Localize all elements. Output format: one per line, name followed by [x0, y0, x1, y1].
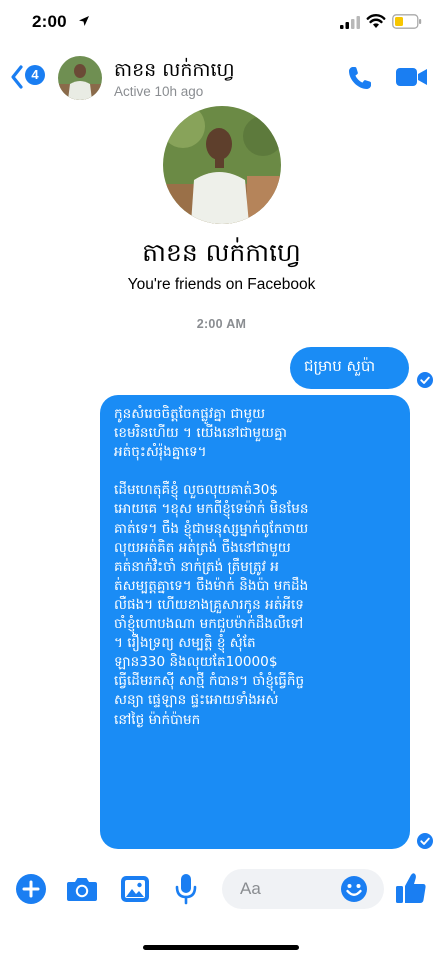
sent-check-icon — [417, 372, 433, 388]
message-input-placeholder: Aa — [240, 879, 261, 898]
sent-check-icon — [417, 833, 433, 849]
contact-photo — [58, 56, 102, 100]
friendship-status: You're friends on Facebook — [127, 276, 316, 293]
video-call-icon[interactable] — [396, 66, 428, 88]
chevron-left-icon — [11, 65, 23, 89]
profile-name: តាខន លក់កាហ្វេ — [142, 238, 301, 267]
photo-icon[interactable] — [120, 875, 150, 903]
phone-call-icon[interactable] — [346, 64, 374, 92]
plus-icon[interactable] — [16, 874, 46, 904]
message-bubble[interactable]: ជម្រាប សួប៉ា — [290, 347, 409, 389]
message-bubble[interactable]: កូនសំរេចចិត្តចែកផ្លូវគ្នា ជាមួយ ខេមរិនហើ… — [100, 395, 410, 849]
profile-photo[interactable] — [163, 106, 281, 224]
cellular-signal-icon — [340, 16, 360, 29]
camera-icon[interactable] — [66, 876, 98, 902]
chat-header: 4 តាខន លក់កាហ្វេ Active 10h ago — [0, 44, 443, 110]
microphone-icon[interactable] — [175, 873, 197, 905]
thumbs-up-icon[interactable] — [394, 871, 428, 905]
message-input[interactable]: Aa — [222, 869, 384, 909]
emoji-icon[interactable] — [340, 875, 368, 903]
status-bar: 2:00 — [0, 0, 443, 44]
status-time: 2:00 — [32, 12, 67, 31]
battery-icon — [392, 14, 422, 29]
profile-photo-image — [163, 106, 281, 224]
home-indicator — [143, 945, 299, 950]
contact-name: តាខន លក់កាហ្វេ — [114, 59, 235, 81]
location-arrow-icon — [79, 16, 89, 26]
message-timestamp: 2:00 AM — [196, 317, 247, 331]
active-status: Active 10h ago — [114, 84, 204, 99]
wifi-icon — [366, 14, 386, 28]
contact-avatar[interactable] — [58, 56, 102, 100]
message-composer: Aa — [0, 862, 443, 918]
unread-count-badge: 4 — [25, 65, 45, 85]
